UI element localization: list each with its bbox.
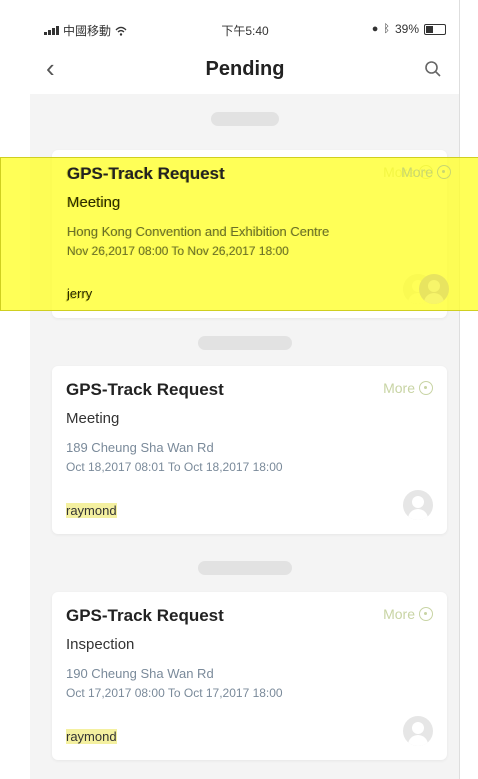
card-location: Hong Kong Convention and Exhibition Cent…: [66, 224, 329, 239]
request-card[interactable]: GPS-Track Request More Meeting Hong Kong…: [52, 150, 447, 318]
card-request-type: Meeting: [66, 194, 120, 211]
avatar: [403, 274, 433, 304]
signal-icon: [44, 26, 59, 35]
date-group-header: [198, 561, 292, 575]
card-username: raymond: [66, 503, 117, 518]
card-username: jerry: [66, 287, 91, 302]
request-card[interactable]: GPS-Track Request More Inspection 190 Ch…: [52, 592, 447, 760]
status-left: 中國移動: [44, 22, 127, 39]
carrier-label: 中國移動: [63, 24, 112, 38]
more-label: More: [383, 606, 415, 622]
more-circle-icon: [419, 165, 433, 179]
battery-percent: 39%: [394, 22, 419, 36]
username-text: raymond: [66, 729, 117, 744]
card-title: GPS-Track Request: [66, 380, 224, 399]
card-request-type: Meeting: [66, 410, 120, 427]
back-chevron-icon[interactable]: ‹: [46, 55, 55, 81]
card-time-range: Oct 18,2017 08:01 To Oct 18,2017 18:00: [66, 460, 283, 474]
more-circle-icon: [419, 607, 433, 621]
date-group-header: [198, 336, 292, 350]
wifi-icon: [115, 26, 127, 36]
lock-rotation-icon: ●: [371, 23, 379, 35]
page-title: Pending: [205, 57, 285, 80]
nav-bar: ‹ Pending: [30, 44, 460, 94]
status-time: 下午5:40: [221, 24, 269, 38]
card-title: GPS-Track Request: [66, 606, 224, 625]
card-time-range: Oct 17,2017 08:00 To Oct 17,2017 18:00: [66, 686, 283, 700]
card-title: GPS-Track Request: [66, 164, 224, 183]
more-button[interactable]: More: [383, 606, 433, 622]
date-group-header: [211, 112, 279, 126]
avatar: [403, 716, 433, 746]
more-circle-icon: [419, 381, 433, 395]
status-right: ● ᛒ 39%: [372, 22, 446, 36]
username-text: raymond: [66, 503, 117, 518]
card-location: 190 Cheung Sha Wan Rd: [66, 666, 214, 681]
request-card[interactable]: GPS-Track Request More Meeting 189 Cheun…: [52, 366, 447, 534]
page-edge-divider: [459, 0, 460, 779]
battery-icon: [424, 23, 446, 35]
status-bar: 中國移動 下午5:40 ● ᛒ 39%: [30, 0, 460, 44]
card-time-range: Nov 26,2017 08:00 To Nov 26,2017 18:00: [66, 244, 288, 258]
phone-screen: 中國移動 下午5:40 ● ᛒ 39% ‹ Pending GPS-Track …: [30, 0, 460, 779]
username-text: jerry: [66, 287, 92, 302]
more-label: More: [383, 164, 415, 180]
more-button[interactable]: More: [383, 164, 433, 180]
card-request-type: Inspection: [66, 636, 135, 653]
search-icon[interactable]: [424, 60, 442, 78]
avatar: [403, 490, 433, 520]
more-label: More: [383, 380, 415, 396]
card-location: 189 Cheung Sha Wan Rd: [66, 440, 214, 455]
card-username: raymond: [66, 729, 117, 744]
more-button[interactable]: More: [383, 380, 433, 396]
bluetooth-icon: ᛒ: [383, 23, 390, 35]
